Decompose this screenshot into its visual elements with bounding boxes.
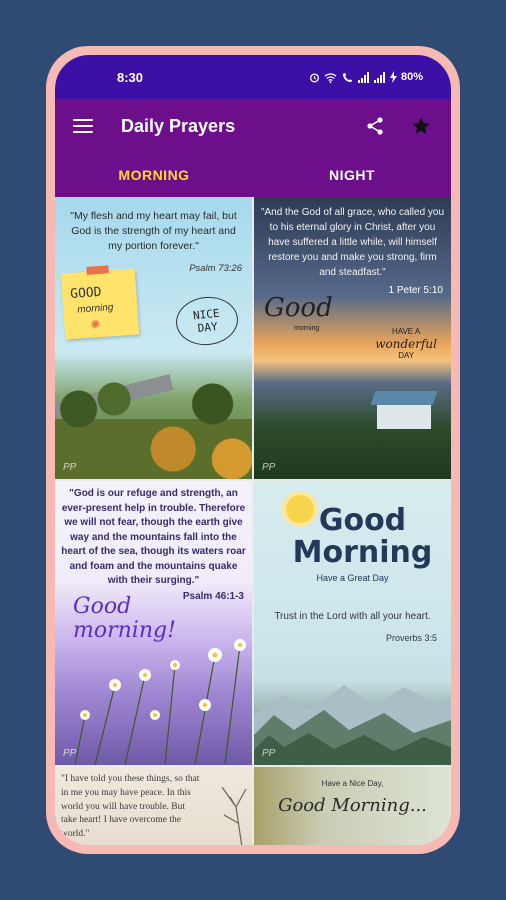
branch-illustration: [221, 786, 247, 845]
landscape-illustration: [55, 379, 252, 479]
tab-bar: MORNING NIGHT: [55, 153, 451, 197]
mountains-illustration: [254, 685, 451, 765]
card-greeting-sub: morning: [294, 325, 320, 332]
greet-line1: Good: [318, 503, 407, 538]
tab-morning[interactable]: MORNING: [55, 153, 253, 197]
card-reference: 1 Peter 5:10: [388, 285, 443, 296]
card-quote: "My flesh and my heart may fail, but God…: [70, 210, 237, 253]
tab-night[interactable]: NIGHT: [253, 153, 451, 197]
prayer-card-proverbs-3[interactable]: Good Morning Have a Great Day Trust in t…: [254, 481, 451, 765]
nice-day-badge: NICE DAY: [173, 293, 241, 349]
wonder-mid: wonderful: [375, 336, 437, 351]
card-reference: Proverbs 3:5: [385, 633, 437, 643]
status-bar: 8:30 80%: [55, 55, 451, 99]
app-bar: Daily Prayers: [55, 99, 451, 153]
greet-line2: morning!: [73, 618, 176, 644]
prayer-card-1-peter-5[interactable]: "And the God of all grace, who called yo…: [254, 197, 451, 479]
battery-charging-icon: [389, 71, 397, 83]
card-quote: "I have told you these things, so that i…: [61, 774, 200, 840]
battery-percent: 80%: [400, 71, 423, 83]
status-icons: 80%: [309, 71, 423, 83]
card-reference: Psalm 73:26: [189, 263, 242, 274]
cell-signal-icon: [357, 71, 369, 83]
app-screen: 8:30 80% Daily Prayers MORNING NIGHT "My…: [55, 55, 451, 845]
watermark: PP: [262, 462, 276, 473]
prayer-card-psalm-46[interactable]: "God is our refuge and strength, an ever…: [55, 481, 252, 765]
sticky-sub: morning: [76, 302, 114, 316]
share-icon[interactable]: [363, 114, 387, 138]
house-illustration: [377, 403, 431, 429]
card-quote: "And the God of all grace, who called yo…: [260, 207, 445, 278]
wonderful-day-text: HAVE A wonderful DAY: [375, 327, 437, 361]
sticky-note: GOOD morning ✺: [60, 265, 140, 340]
card-reference: Psalm 46:1-3: [182, 591, 244, 602]
prayer-card-good-morning[interactable]: Have a Nice Day, Good Morning...: [254, 767, 451, 845]
sun-icon: ✺: [89, 317, 101, 332]
watermark: PP: [63, 748, 77, 759]
wonder-bottom: DAY: [398, 350, 415, 360]
watermark: PP: [262, 748, 276, 759]
cell-signal-2-icon: [373, 71, 385, 83]
phone-frame: 8:30 80% Daily Prayers MORNING NIGHT "My…: [46, 46, 460, 854]
call-signal-icon: [342, 72, 353, 82]
favorites-star-icon[interactable]: [409, 114, 433, 138]
hamburger-menu-icon[interactable]: [73, 119, 93, 133]
prayer-card-john-16[interactable]: "I have told you these things, so that i…: [55, 767, 252, 845]
status-time: 8:30: [117, 69, 144, 85]
card-quote: Trust in the Lord with all your heart.: [274, 611, 431, 622]
prayer-card-psalm-73[interactable]: "My flesh and my heart may fail, but God…: [55, 197, 252, 479]
badge-line2: DAY: [197, 319, 219, 335]
card-greeting: Good: [264, 293, 333, 323]
card-greeting: Good morning!: [73, 594, 176, 644]
card-small-text: Have a Nice Day,: [321, 779, 384, 788]
prayer-image-grid: "My flesh and my heart may fail, but God…: [55, 197, 451, 845]
card-greeting: Good Morning...: [278, 795, 427, 816]
card-quote: "God is our refuge and strength, an ever…: [61, 488, 246, 586]
alarm-icon: [309, 72, 319, 82]
watermark: PP: [63, 462, 77, 473]
card-greeting: Good Morning: [284, 505, 441, 568]
sticky-greet: GOOD: [69, 284, 103, 303]
greet-line1: Good: [73, 594, 132, 619]
wifi-icon: [324, 72, 337, 83]
card-greeting-sub: Have a Great Day: [316, 573, 389, 583]
app-title: Daily Prayers: [121, 115, 236, 136]
greet-line2: Morning: [292, 534, 433, 570]
wonder-top: HAVE A: [391, 327, 421, 336]
